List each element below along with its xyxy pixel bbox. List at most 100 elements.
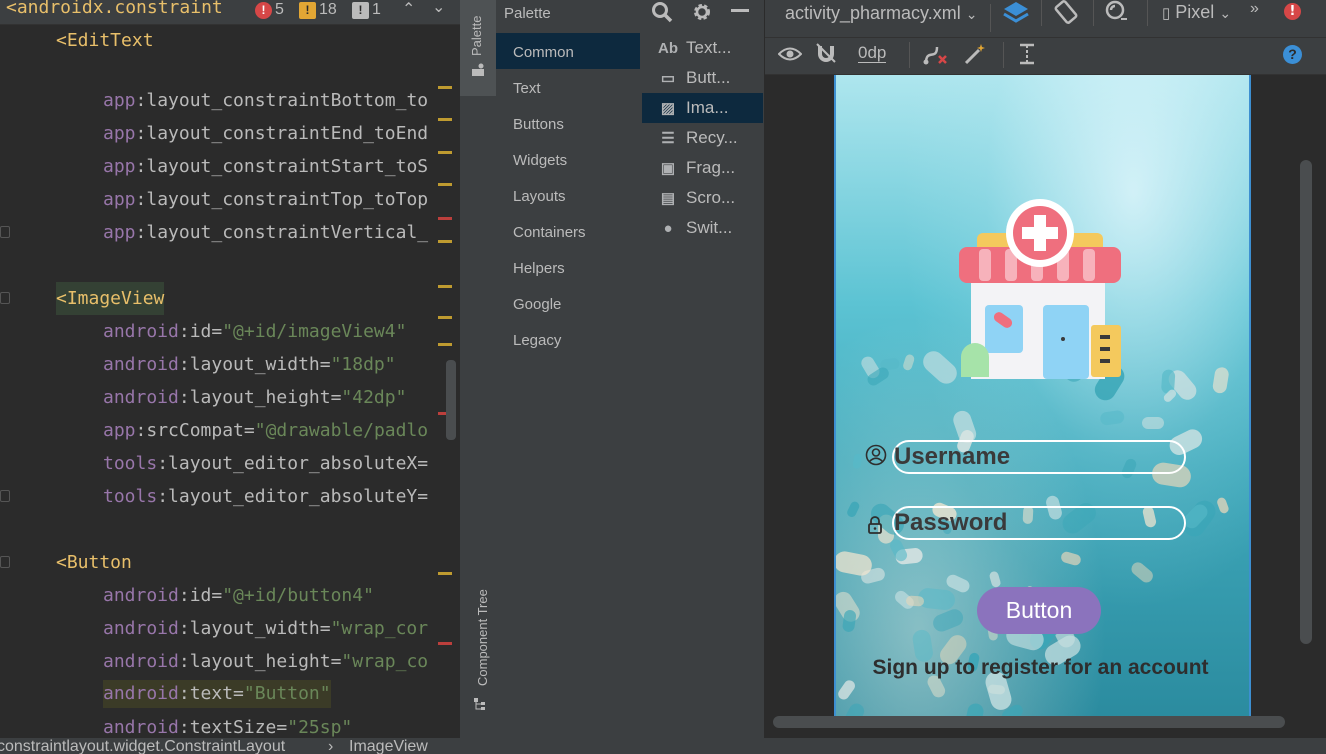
- submit-button[interactable]: Button: [977, 587, 1101, 634]
- xml-value: "Button": [243, 683, 331, 704]
- eye-icon[interactable]: [777, 45, 803, 67]
- editor-breadcrumb-bar: <androidx.constraint: [0, 0, 460, 25]
- code-line[interactable]: tools:layout_editor_absoluteY=: [103, 480, 428, 513]
- pill-decoration: [1059, 550, 1082, 567]
- warning-stripe[interactable]: [438, 240, 452, 243]
- chevron-down-icon[interactable]: ⌄: [432, 0, 445, 17]
- warning-stripe[interactable]: [438, 183, 452, 186]
- widget-item[interactable]: ▭ Butt...: [658, 68, 731, 88]
- code-line[interactable]: <EditText: [56, 24, 154, 57]
- code-line[interactable]: android:id="@+id/imageView4": [103, 315, 406, 348]
- code-line[interactable]: app:layout_constraintBottom_to: [103, 84, 428, 117]
- category-text[interactable]: Text: [513, 80, 541, 97]
- code-line[interactable]: android:layout_width="18dp": [103, 348, 396, 381]
- error-stripe[interactable]: [438, 642, 452, 645]
- default-margin-field[interactable]: 0dp: [858, 44, 887, 63]
- widget-item[interactable]: Ab Text...: [658, 38, 731, 58]
- category-google[interactable]: Google: [513, 296, 561, 313]
- code-line[interactable]: app:srcCompat="@drawable/padlo: [103, 414, 428, 447]
- xml-namespace: android: [103, 683, 179, 704]
- widget-item[interactable]: ▣ Frag...: [658, 158, 735, 178]
- category-buttons[interactable]: Buttons: [513, 116, 564, 133]
- error-icon[interactable]: !: [1284, 3, 1301, 20]
- breadcrumb-constraintlayout[interactable]: constraintlayout.widget.ConstraintLayout: [0, 738, 285, 754]
- design-toolbar-bottom: [765, 38, 1326, 75]
- search-icon[interactable]: [651, 1, 673, 27]
- fold-marker[interactable]: [0, 226, 10, 238]
- pill-decoration: [1212, 366, 1230, 395]
- code-line[interactable]: app:layout_constraintEnd_toEnd: [103, 117, 428, 150]
- xml-attribute: :layout_constraintTop_toTop: [135, 189, 429, 210]
- minimize-icon[interactable]: [731, 9, 749, 12]
- guidelines-icon[interactable]: [1017, 43, 1037, 69]
- padlock-icon[interactable]: [867, 515, 883, 539]
- night-mode-icon[interactable]: [1103, 0, 1131, 30]
- widget-item[interactable]: ● Swit...: [658, 218, 732, 238]
- xml-namespace: android: [103, 618, 179, 639]
- code-line[interactable]: app:layout_constraintVertical_: [103, 216, 428, 249]
- code-line[interactable]: android:id="@+id/button4": [103, 579, 374, 612]
- warning-stripe[interactable]: [438, 285, 452, 288]
- widget-item[interactable]: ▤ Scro...: [658, 188, 735, 208]
- category-layouts[interactable]: Layouts: [513, 188, 566, 205]
- inspection-errors[interactable]: ! 5: [255, 1, 284, 19]
- help-icon[interactable]: ?: [1283, 45, 1302, 64]
- code-line[interactable]: android:layout_height="wrap_co: [103, 645, 428, 678]
- warning-stripe[interactable]: [438, 316, 452, 319]
- overflow-icon[interactable]: »: [1250, 0, 1259, 18]
- magnet-icon[interactable]: [815, 42, 837, 68]
- gear-icon[interactable]: [691, 1, 713, 27]
- code-line[interactable]: android:layout_width="wrap_cor: [103, 612, 428, 645]
- breadcrumb: constraintlayout.widget.ConstraintLayout…: [0, 738, 1326, 754]
- xml-attribute: :textSize=: [178, 717, 288, 738]
- xml-attribute: :layout_width=: [178, 354, 331, 375]
- component-tree-tab[interactable]: Component Tree: [460, 566, 496, 718]
- code-editor[interactable]: <EditText app:layout_constraintBottom_to a…: [0, 0, 460, 738]
- component-tree-label: Component Tree: [475, 589, 490, 686]
- magic-wand-icon[interactable]: [963, 43, 987, 69]
- warning-stripe[interactable]: [438, 151, 452, 154]
- pharmacy-image[interactable]: [955, 197, 1125, 383]
- palette-tab[interactable]: Palette: [460, 0, 496, 96]
- code-line[interactable]: <Button: [56, 546, 132, 579]
- chevron-up-icon[interactable]: ⌃: [402, 0, 415, 19]
- warning-stripe[interactable]: [438, 572, 452, 575]
- xml-attribute: :layout_constraintStart_toS: [135, 156, 429, 177]
- code-line[interactable]: app:layout_constraintStart_toS: [103, 150, 428, 183]
- warnings-count: 18: [319, 1, 337, 18]
- file-dropdown[interactable]: activity_pharmacy.xml ⌄: [785, 3, 977, 24]
- fold-marker[interactable]: [0, 556, 10, 568]
- clear-constraints-icon[interactable]: [923, 43, 949, 69]
- error-stripe[interactable]: [438, 217, 452, 220]
- code-line[interactable]: app:layout_constraintTop_toTop: [103, 183, 428, 216]
- device-dropdown[interactable]: ▯ Pixel ⌄: [1162, 2, 1231, 23]
- orientation-icon[interactable]: [1052, 0, 1080, 30]
- fold-marker[interactable]: [0, 292, 10, 304]
- inspection-warnings[interactable]: ! 18: [299, 1, 337, 19]
- file-name: activity_pharmacy.xml: [785, 3, 961, 23]
- category-helpers[interactable]: Helpers: [513, 260, 565, 277]
- category-widgets[interactable]: Widgets: [513, 152, 567, 169]
- widget-item[interactable]: ☰ Recy...: [658, 128, 737, 148]
- inspection-weak-warnings[interactable]: ! 1: [352, 1, 381, 19]
- canvas-vertical-scrollbar[interactable]: [1300, 160, 1312, 644]
- signup-text[interactable]: Sign up to register for an account: [834, 656, 1247, 680]
- category-containers[interactable]: Containers: [513, 224, 586, 241]
- breadcrumb-imageview[interactable]: ImageView: [349, 738, 428, 754]
- editor-scrollbar[interactable]: [446, 360, 456, 440]
- code-line[interactable]: tools:layout_editor_absoluteX=: [103, 447, 428, 480]
- code-line[interactable]: android:text="Button": [103, 680, 331, 708]
- category-common[interactable]: Common: [513, 44, 574, 61]
- xml-tag: <Button: [56, 552, 132, 573]
- canvas-horizontal-scrollbar[interactable]: [773, 716, 1285, 728]
- code-line[interactable]: android:textSize="25sp": [103, 711, 352, 738]
- warning-stripe[interactable]: [438, 343, 452, 346]
- widget-item[interactable]: ▨ Ima...: [658, 98, 729, 118]
- fold-marker[interactable]: [0, 490, 10, 502]
- code-line[interactable]: android:layout_height="42dp": [103, 381, 406, 414]
- code-line[interactable]: <ImageView: [56, 282, 165, 315]
- layers-icon[interactable]: [1001, 0, 1031, 32]
- warning-stripe[interactable]: [438, 118, 452, 121]
- warning-stripe[interactable]: [438, 86, 452, 89]
- category-legacy[interactable]: Legacy: [513, 332, 561, 349]
